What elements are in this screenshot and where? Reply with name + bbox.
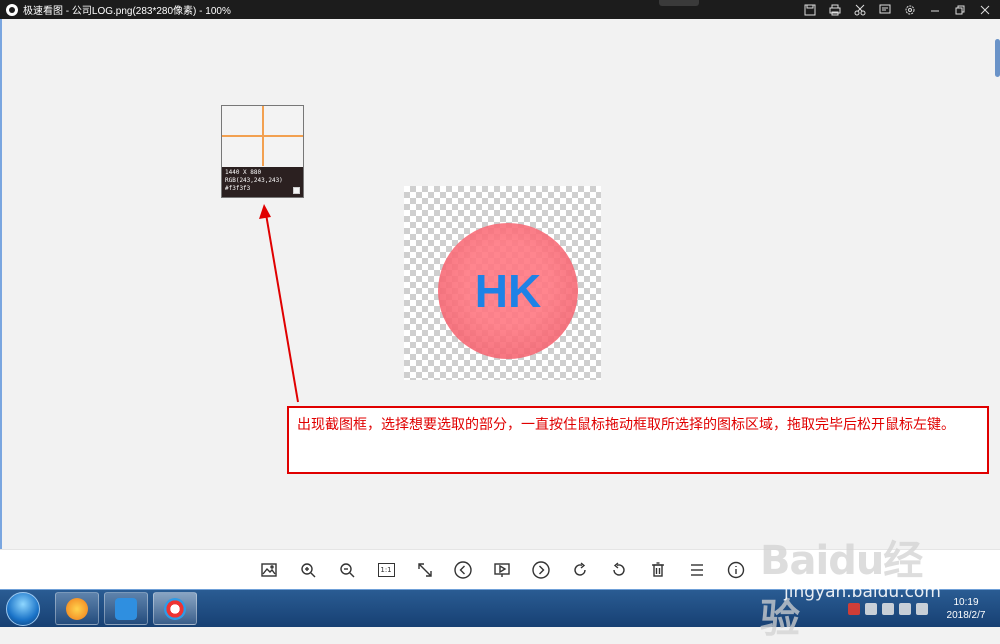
magnifier-rgb: RGB(243,243,243): [225, 177, 283, 184]
color-swatch: [293, 187, 300, 194]
save-icon[interactable]: [802, 2, 817, 17]
displayed-image[interactable]: HK: [404, 186, 601, 380]
zoom-in-icon[interactable]: [297, 559, 319, 581]
scrollbar-thumb[interactable]: [995, 39, 1000, 77]
taskbar-app-image-viewer[interactable]: [153, 592, 197, 625]
actual-size-label: 1:1: [377, 563, 395, 577]
open-image-icon[interactable]: [258, 559, 280, 581]
comment-icon[interactable]: [877, 2, 892, 17]
baidu-watermark: Baidu经验 jingyan.baidu.com: [760, 520, 960, 642]
magnifier-hex: #f3f3f3: [225, 185, 251, 192]
title-bar: 极速看图 - 公司LOG.png(283*280像素) - 100%: [0, 0, 1000, 19]
image-viewer-icon: [164, 597, 186, 620]
title-bar-tab-handle[interactable]: [659, 0, 699, 6]
magnifier-popup: 1440 X 880 RGB(243,243,243) #f3f3f3: [221, 105, 304, 198]
logo-text: HK: [474, 265, 542, 317]
close-icon[interactable]: [977, 2, 992, 17]
fit-window-icon[interactable]: [414, 559, 436, 581]
annotation-text: 出现截图框，选择想要选取的部分，一直按住鼠标拖动框取所选择的图标区域，拖取完毕后…: [297, 417, 955, 433]
window-title: 极速看图 - 公司LOG.png(283*280像素) - 100%: [23, 6, 231, 17]
taskbar-app-browser[interactable]: [55, 592, 99, 625]
print-icon[interactable]: [827, 2, 842, 17]
restore-icon[interactable]: [952, 2, 967, 17]
watermark-site: jingyan.baidu.com: [784, 582, 941, 602]
editor-icon: [115, 597, 137, 620]
crosshair-vertical: [262, 106, 264, 166]
next-icon[interactable]: [530, 559, 552, 581]
start-button[interactable]: [6, 592, 40, 626]
magnifier-info: 1440 X 880 RGB(243,243,243) #f3f3f3: [222, 167, 303, 197]
magnifier-size: 1440 X 880: [225, 169, 262, 176]
previous-icon[interactable]: [452, 559, 474, 581]
taskbar-app-editor[interactable]: [104, 592, 148, 625]
menu-icon[interactable]: [686, 559, 708, 581]
browser-icon: [66, 597, 88, 620]
zoom-out-icon[interactable]: [336, 559, 358, 581]
slideshow-icon[interactable]: [491, 559, 513, 581]
title-bar-buttons: [802, 0, 992, 19]
info-icon[interactable]: [725, 559, 747, 581]
scissors-icon[interactable]: [852, 2, 867, 17]
minimize-icon[interactable]: [927, 2, 942, 17]
rotate-right-icon[interactable]: [569, 559, 591, 581]
app-icon: [6, 3, 18, 16]
logo-circle: HK: [438, 223, 578, 359]
rotate-left-icon[interactable]: [608, 559, 630, 581]
delete-icon[interactable]: [647, 559, 669, 581]
actual-size-button[interactable]: 1:1: [375, 559, 397, 581]
annotation-box: 出现截图框，选择想要选取的部分，一直按住鼠标拖动框取所选择的图标区域，拖取完毕后…: [287, 406, 989, 474]
gear-icon[interactable]: [902, 2, 917, 17]
